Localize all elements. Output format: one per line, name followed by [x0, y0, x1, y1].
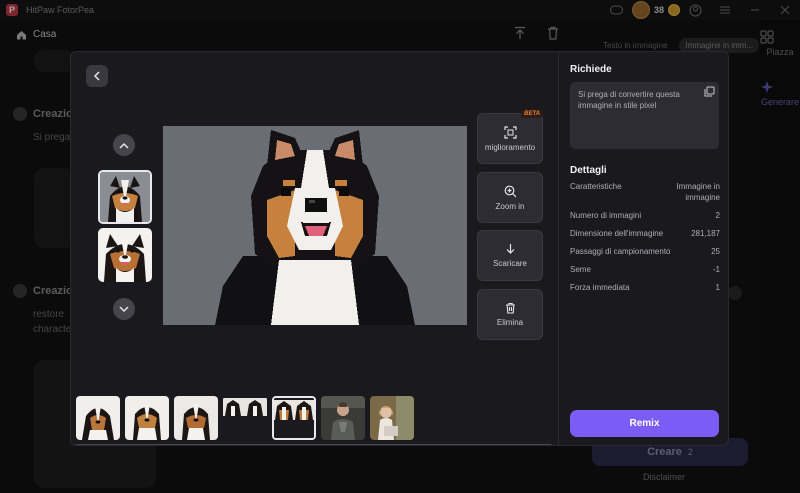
detail-value: Immagine in immagine: [676, 182, 720, 202]
detail-value: 25: [711, 247, 720, 256]
detail-key: Caratteristiche: [570, 182, 622, 191]
detail-key: Numero di immagini: [570, 211, 642, 220]
prompt-box: Si prega di convertire questa immagine i…: [570, 82, 719, 149]
detail-row: Numero di immagini 2: [570, 210, 720, 221]
download-button[interactable]: Scaricare: [477, 230, 543, 281]
thumbs-next-button[interactable]: [113, 298, 135, 320]
copy-icon[interactable]: [704, 86, 715, 97]
prompt-text: Si prega di convertire questa immagine i…: [578, 90, 680, 110]
action-label: Scaricare: [493, 259, 527, 268]
detail-value: 1: [715, 283, 720, 292]
detail-key: Passaggi di campionamento: [570, 247, 671, 256]
strip-thumbnail[interactable]: [223, 396, 267, 440]
detail-value: -1: [712, 265, 720, 274]
delete-button[interactable]: Elimina: [477, 289, 543, 340]
detail-row: Seme -1: [570, 264, 720, 275]
strip-thumbnail[interactable]: [125, 396, 169, 440]
chevron-down-icon: [119, 305, 129, 312]
action-label: Elimina: [496, 318, 524, 327]
detail-key: Seme: [570, 265, 591, 274]
prompt-title: Richiede: [570, 64, 612, 75]
action-label: Zoom in: [495, 201, 525, 211]
detail-row: Dimensione dell'immagine 281,187: [570, 228, 720, 239]
detail-value: 2: [715, 211, 720, 220]
history-strip: [76, 396, 554, 442]
details-title: Dettagli: [570, 165, 607, 176]
result-thumbnail-1[interactable]: [98, 170, 152, 224]
enhance-icon: [503, 125, 517, 139]
thumbs-prev-button[interactable]: [113, 134, 135, 156]
back-button[interactable]: [86, 65, 108, 87]
panel-divider: [558, 52, 559, 445]
strip-thumbnail[interactable]: [321, 396, 365, 440]
zoom-in-icon: [504, 185, 517, 198]
strip-thumbnail-selected[interactable]: [272, 396, 316, 440]
download-icon: [505, 243, 516, 255]
strip-thumbnail[interactable]: [370, 396, 414, 440]
remix-button[interactable]: Remix: [570, 410, 719, 437]
detail-value: 281,187: [691, 229, 720, 238]
strip-thumbnail[interactable]: [76, 396, 120, 440]
main-preview-image: [163, 126, 467, 325]
trash-icon: [505, 302, 516, 314]
enhance-button[interactable]: BETA miglioramento: [477, 110, 543, 164]
beta-badge: BETA: [521, 110, 543, 118]
chevron-up-icon: [119, 142, 129, 149]
result-thumbnail-2[interactable]: [98, 228, 152, 282]
zoom-in-button[interactable]: Zoom in: [477, 172, 543, 223]
detail-row: Caratteristiche Immagine in immagine: [570, 181, 720, 203]
strip-scrollbar[interactable]: [76, 444, 552, 445]
info-panel: Richiede Si prega di convertire questa i…: [570, 52, 720, 445]
action-label: miglioramento: [484, 142, 536, 152]
detail-key: Forza immediata: [570, 283, 630, 292]
detail-row: Passaggi di campionamento 25: [570, 246, 720, 257]
image-detail-modal: BETA miglioramento Zoom in Scaricare Eli…: [70, 51, 729, 446]
strip-thumbnail[interactable]: [174, 396, 218, 440]
chevron-left-icon: [93, 71, 100, 81]
detail-key: Dimensione dell'immagine: [570, 229, 664, 238]
details-list: Caratteristiche Immagine in immagine Num…: [570, 181, 720, 300]
detail-row: Forza immediata 1: [570, 282, 720, 293]
